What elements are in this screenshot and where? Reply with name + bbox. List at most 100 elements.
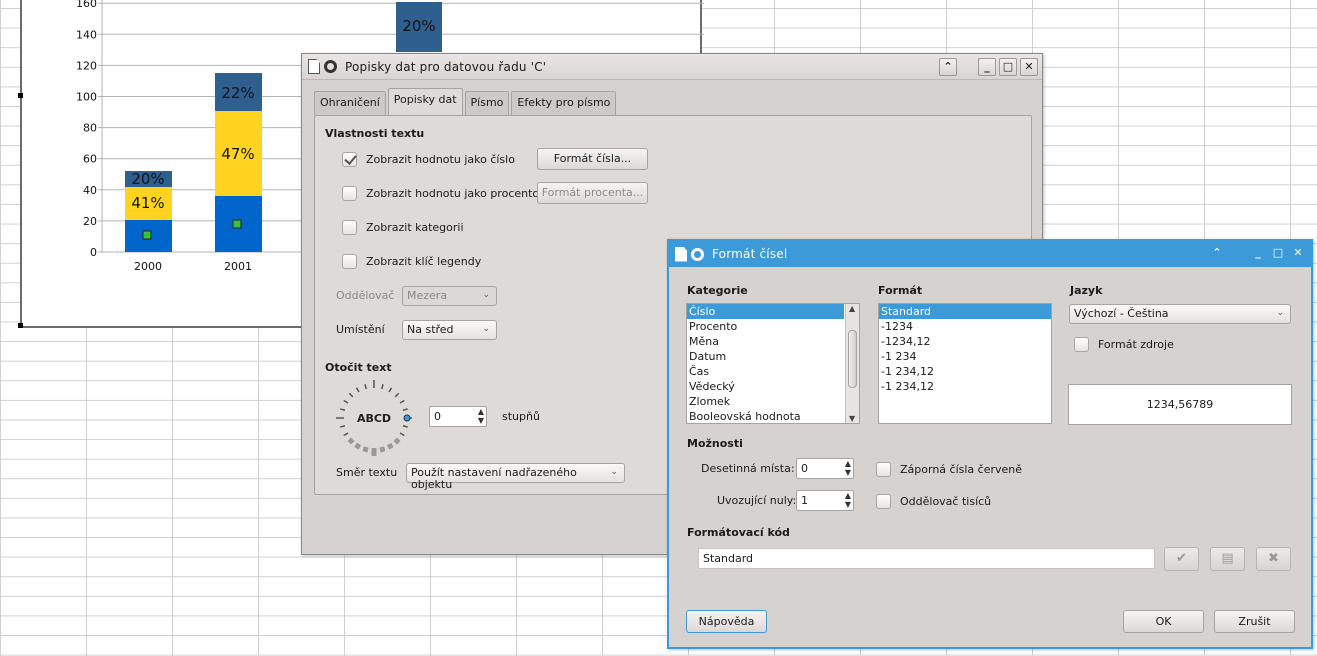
data-labels-titlebar[interactable]: Popisky dat pro datovou řadu 'C' ⌃ _ □ ✕ <box>302 54 1042 80</box>
label-2000-yellow: 41% <box>131 194 164 212</box>
spin-arrows-icon[interactable]: ▲ ▼ <box>845 459 851 477</box>
ok-button[interactable]: OK <box>1123 610 1204 633</box>
negative-red-checkbox[interactable] <box>876 462 891 477</box>
separator-value: Mezera <box>407 289 448 302</box>
dial-tick <box>399 432 405 437</box>
show-value-number-row[interactable]: Zobrazit hodnotu jako číslo <box>342 152 515 167</box>
shade-button[interactable]: ⌃ <box>1208 245 1226 263</box>
ok-button-label: OK <box>1155 615 1172 628</box>
dialog-title: Formát čísel <box>712 247 788 261</box>
x-label-2000: 2000 <box>134 260 162 273</box>
category-item[interactable]: Booleovská hodnota <box>687 409 844 423</box>
spin-arrows-icon[interactable]: ▲ ▼ <box>478 407 484 425</box>
category-scrollbar[interactable]: ▲ ▼ <box>845 304 859 423</box>
minimize-button[interactable]: _ <box>978 58 996 76</box>
label-tall-bar: 20% <box>402 17 435 35</box>
show-legend-key-row[interactable]: Zobrazit klíč legendy <box>342 254 481 269</box>
add-comment-button[interactable]: ▤ <box>1210 547 1245 571</box>
percent-format-button[interactable]: Formát procenta... <box>537 182 648 204</box>
tab-data-labels[interactable]: Popisky dat <box>387 88 463 115</box>
close-button[interactable]: ✕ <box>1020 58 1038 76</box>
number-format-button[interactable]: Formát čísla... <box>537 148 648 170</box>
dial-tick <box>343 432 349 437</box>
leading-zeros-spinner[interactable]: 1 ▲ ▼ <box>796 490 854 511</box>
tab-font-effects[interactable]: Efekty pro písmo <box>511 91 617 115</box>
format-item[interactable]: -1234 <box>879 319 1051 334</box>
scroll-down-icon[interactable]: ▼ <box>849 414 855 423</box>
category-item[interactable]: Procento <box>687 319 844 334</box>
chevron-down-icon: ⌄ <box>482 324 490 334</box>
cancel-button[interactable]: Zrušit <box>1214 610 1295 633</box>
format-item[interactable]: -1 234 <box>879 349 1051 364</box>
show-category-row[interactable]: Zobrazit kategorii <box>342 220 464 235</box>
text-properties-heading: Vlastnosti textu <box>325 127 425 140</box>
degrees-value: 0 <box>434 410 441 423</box>
thousands-separator-checkbox[interactable] <box>876 494 891 509</box>
language-select[interactable]: Výchozí - Čeština ⌄ <box>1069 304 1291 324</box>
apply-code-button[interactable]: ✔ <box>1164 547 1199 571</box>
show-value-percent-checkbox[interactable] <box>342 186 357 201</box>
app-icon <box>324 60 337 73</box>
category-item[interactable]: Čas <box>687 364 844 379</box>
show-value-number-checkbox[interactable] <box>342 152 357 167</box>
source-format-row[interactable]: Formát zdroje <box>1074 337 1174 352</box>
close-button[interactable]: ✕ <box>1289 245 1307 263</box>
tab-borders[interactable]: Ohraničení <box>314 91 386 115</box>
decimal-places-spinner[interactable]: 0 ▲ ▼ <box>796 458 854 479</box>
spin-arrows-icon[interactable]: ▲ ▼ <box>845 491 851 509</box>
show-legend-key-checkbox[interactable] <box>342 254 357 269</box>
options-heading: Možnosti <box>687 437 743 450</box>
comment-icon: ▤ <box>1221 551 1234 566</box>
format-item[interactable]: Standard <box>879 304 1051 319</box>
maximize-button[interactable]: □ <box>1269 245 1287 263</box>
placement-select[interactable]: Na střed ⌄ <box>402 320 497 340</box>
separator-select[interactable]: Mezera ⌄ <box>402 286 497 306</box>
format-heading: Formát <box>878 284 923 297</box>
rotation-dial[interactable]: ABCD <box>333 377 415 459</box>
format-item[interactable]: -1 234,12 <box>879 364 1051 379</box>
source-format-checkbox[interactable] <box>1074 337 1089 352</box>
x-label-2001: 2001 <box>224 260 252 273</box>
format-list[interactable]: Standard -1234 -1234,12 -1 234 -1 234,12 -1 2… <box>878 303 1052 424</box>
scroll-thumb[interactable] <box>848 330 857 388</box>
dial-tick <box>402 425 409 428</box>
show-value-percent-row[interactable]: Zobrazit hodnotu jako procento <box>342 186 539 201</box>
show-category-checkbox[interactable] <box>342 220 357 235</box>
tab-bar: Ohraničení Popisky dat Písmo Efekty pro … <box>314 88 618 115</box>
minimize-button[interactable]: _ <box>1249 245 1267 263</box>
chevron-down-icon: ⌄ <box>610 467 618 477</box>
help-button[interactable]: Nápověda <box>686 610 767 633</box>
category-item[interactable]: Měna <box>687 334 844 349</box>
negative-red-row[interactable]: Záporná čísla červeně <box>876 462 1022 477</box>
category-list[interactable]: Číslo Procento Měna Datum Čas Vědecký Zlomek Bo… <box>686 303 860 424</box>
thousands-separator-row[interactable]: Oddělovač tisíců <box>876 494 991 509</box>
delete-code-button[interactable]: ✖ <box>1256 547 1291 571</box>
resize-handle-bottom-left[interactable] <box>18 323 23 328</box>
dial-tick <box>379 446 386 453</box>
y-tick-label: 80 <box>83 122 97 135</box>
text-direction-select[interactable]: Použít nastavení nadřazeného objektu ⌄ <box>406 463 625 491</box>
category-item[interactable]: Číslo <box>687 304 844 319</box>
number-format-titlebar[interactable]: Formát čísel ⌃ _ □ ✕ <box>669 241 1311 267</box>
language-heading: Jazyk <box>1070 284 1103 297</box>
maximize-button[interactable]: □ <box>999 58 1017 76</box>
format-item[interactable]: -1234,12 <box>879 334 1051 349</box>
format-code-input[interactable]: Standard <box>698 548 1155 569</box>
dial-handle <box>403 414 411 422</box>
resize-handle-left[interactable] <box>18 93 23 98</box>
category-item[interactable]: Vědecký <box>687 379 844 394</box>
format-item[interactable]: -1 234,12 <box>879 379 1051 394</box>
category-item[interactable]: Datum <box>687 349 844 364</box>
tab-font[interactable]: Písmo <box>464 91 510 115</box>
dial-tick <box>355 387 360 393</box>
scroll-up-icon[interactable]: ▲ <box>849 304 855 313</box>
document-icon <box>308 59 320 74</box>
dialog-title: Popisky dat pro datovou řadu 'C' <box>345 59 547 74</box>
document-icon <box>675 246 687 262</box>
help-button-label: Nápověda <box>698 615 755 628</box>
y-axis: 0 20 40 60 80 100 120 140 160 <box>76 0 102 259</box>
category-item[interactable]: Zlomek <box>687 394 844 409</box>
shade-button[interactable]: ⌃ <box>939 58 957 76</box>
show-category-label: Zobrazit kategorii <box>366 221 464 234</box>
degrees-spinner[interactable]: 0 ▲ ▼ <box>429 406 487 427</box>
